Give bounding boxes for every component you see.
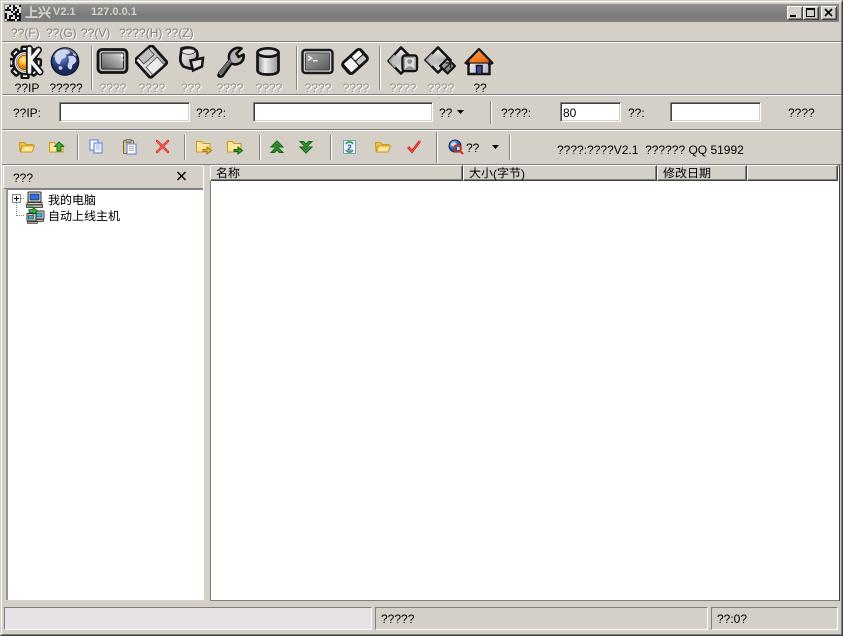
svg-text:2: 2 — [347, 144, 352, 153]
